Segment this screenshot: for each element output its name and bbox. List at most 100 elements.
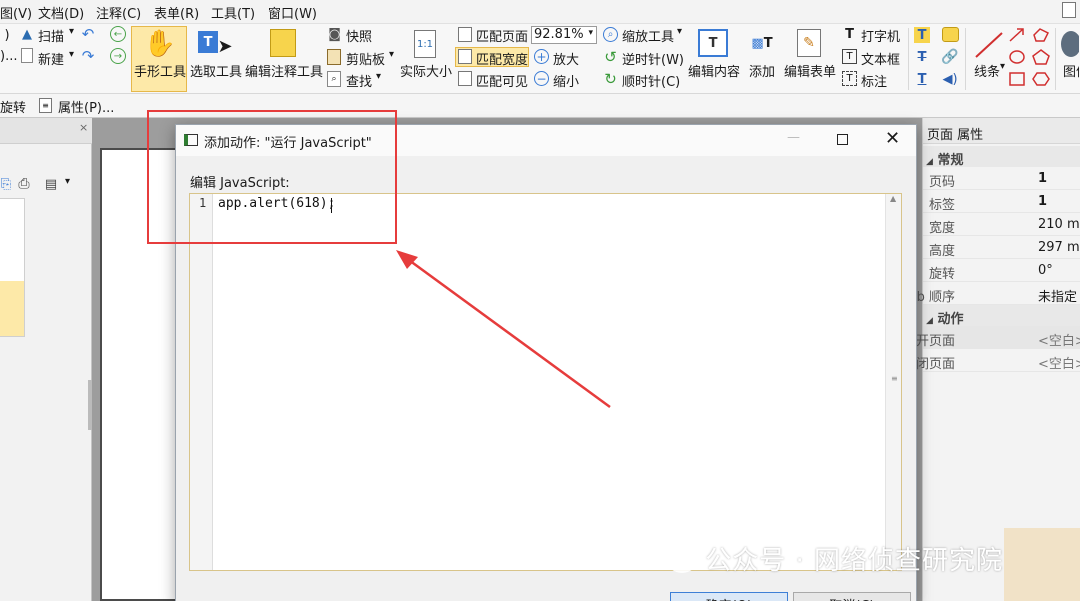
prop-row-rotation: 旋转 0° [923, 259, 1080, 282]
edit-content-button[interactable]: T 编辑内容 [687, 26, 741, 92]
section-general[interactable]: ◢ 常规 [923, 146, 1080, 168]
scan-dropdown-icon[interactable]: ▾ [69, 26, 74, 37]
prop-value: 297 mm [1038, 240, 1080, 255]
fit-width-button[interactable]: 匹配宽度 [476, 49, 528, 68]
prop-key: 宽度 [928, 221, 955, 236]
rotate-button[interactable]: 旋转 [0, 97, 26, 116]
close-panel-icon[interactable]: × [79, 121, 88, 134]
ok-button[interactable]: 确定(O) [670, 592, 788, 601]
hexagon-shape-icon[interactable] [1032, 71, 1050, 87]
add-button[interactable]: ▩ T 添加 [743, 26, 781, 92]
clipboard-button[interactable]: 剪贴板 [346, 49, 385, 68]
prop-value: <空白> [1038, 357, 1080, 372]
callout-button[interactable]: 标注 [861, 71, 887, 90]
highlight-text-icon[interactable]: T [914, 27, 930, 43]
maximize-button[interactable] [837, 134, 848, 145]
left-panel-header: × [0, 118, 92, 144]
zoom-out-button[interactable]: 缩小 [553, 71, 579, 90]
find-button[interactable]: 查找 [346, 71, 372, 90]
image-label: 图像 [1063, 65, 1079, 80]
properties-button[interactable]: 属性(P)... [58, 97, 114, 116]
forward-icon[interactable]: → [110, 48, 126, 64]
panel-more-icon[interactable]: ▾ [65, 176, 70, 187]
section-action-label: ◢ 动作 [926, 312, 964, 327]
fit-visible-icon [458, 71, 472, 86]
edit-annotation-tool-button[interactable]: 编辑注释工具 [244, 26, 323, 92]
fit-page-button[interactable]: 匹配页面 [476, 26, 528, 45]
zoom-in-button[interactable]: 放大 [553, 49, 579, 68]
line-tool-button[interactable]: 线条 ▾ [969, 26, 1007, 92]
editor-scrollbar[interactable]: ▲ ≡ [885, 194, 901, 570]
select-tool-button[interactable]: T ➤ 选取工具 [189, 26, 243, 92]
snapshot-button[interactable]: 快照 [346, 26, 372, 45]
zoom-tool-dropdown-icon[interactable]: ▾ [677, 26, 682, 37]
clipboard-dropdown-icon[interactable]: ▾ [389, 49, 394, 60]
menu-view[interactable]: 图(V) [0, 3, 32, 22]
zoom-dropdown-icon[interactable]: ▾ [588, 28, 593, 38]
zoom-input[interactable]: 92.81% ▾ [531, 26, 597, 44]
ellipse-shape-icon[interactable] [1008, 49, 1026, 65]
new-dropdown-icon[interactable]: ▾ [69, 49, 74, 60]
rectangle-shape-icon[interactable] [1008, 71, 1026, 87]
redo-icon[interactable]: ↷ [80, 47, 96, 65]
find-dropdown-icon[interactable]: ▾ [376, 71, 381, 82]
close-button[interactable]: ✕ [885, 128, 900, 149]
document-icon[interactable] [1062, 2, 1076, 18]
line-dropdown-icon[interactable]: ▾ [1000, 61, 1005, 72]
textbox-button[interactable]: 文本框 [861, 49, 900, 68]
hand-tool-button[interactable]: ✋ 手形工具 [131, 26, 187, 92]
edit-form-button[interactable]: ✎ 编辑表单 [782, 26, 838, 92]
section-general-text: 常规 [937, 153, 964, 168]
fit-visible-button[interactable]: 匹配可见 [476, 71, 528, 90]
scroll-up-icon[interactable]: ▲ [890, 194, 896, 203]
scroll-grip-icon[interactable]: ≡ [891, 374, 898, 383]
scan-button[interactable]: 扫描 [38, 26, 64, 45]
pentagon-shape-icon[interactable] [1032, 49, 1050, 65]
page-thumbnail[interactable] [0, 198, 25, 337]
overflow-label: )... [0, 49, 18, 64]
image-icon [1061, 31, 1079, 57]
menu-window[interactable]: 窗口(W) [268, 3, 317, 22]
undo-icon[interactable]: ↶ [80, 25, 96, 43]
rotate-cw-button[interactable]: 顺时针(C) [622, 71, 680, 90]
prop-value: 0° [1038, 263, 1053, 278]
minimize-button[interactable]: — [787, 130, 800, 145]
rotate-ccw-button[interactable]: 逆时针(W) [622, 49, 684, 68]
menu-document[interactable]: 文档(D) [38, 3, 84, 22]
print-icon[interactable]: ⎙ [14, 176, 34, 192]
comment-icon[interactable] [942, 27, 959, 42]
prop-value: <空白> [1038, 334, 1080, 349]
image-button[interactable]: 图像 [1058, 26, 1080, 92]
properties-panel: 页面 属性 ◢ 常规 页码 1 标签 1 宽度 210 mm 高度 297 mm 旋转 0… [903, 118, 1080, 601]
strikeout-text-icon[interactable]: T [914, 49, 930, 65]
underline-text-icon[interactable]: T [914, 71, 930, 87]
zoom-tool-icon: ⌕ [603, 27, 618, 42]
sound-icon[interactable]: ◀) [942, 71, 958, 87]
menu-comment[interactable]: 注释(C) [96, 3, 141, 22]
partial-icon: ) [4, 27, 10, 43]
section-action[interactable]: ◢ 动作 [923, 305, 1080, 327]
separator [1055, 28, 1056, 90]
cancel-button[interactable]: 取消(C) [793, 592, 911, 601]
prop-row-open-page[interactable]: 打开页面<空白> [903, 326, 1080, 349]
decorative-corner-image [1004, 528, 1080, 601]
callout-icon: T [842, 71, 857, 86]
typewriter-button[interactable]: 打字机 [861, 26, 900, 45]
select-tool-label: 选取工具 [190, 65, 243, 80]
ribbon-toolbar: ) ▲ 扫描 ▾ )... 新建 ▾ ↶ ← ↷ → ✋ 手形工具 T ➤ 选取… [0, 24, 1080, 94]
menu-tools[interactable]: 工具(T) [211, 3, 255, 22]
prop-row-close-page[interactable]: 关闭页面<空白> [903, 349, 1080, 372]
properties-icon: ≡ [39, 98, 52, 113]
back-icon[interactable]: ← [110, 26, 126, 42]
section-general-label: ◢ 常规 [926, 153, 964, 168]
actual-size-button[interactable]: 1:1 实际大小 [397, 26, 452, 92]
actual-size-icon: 1:1 [414, 30, 436, 58]
attachment-icon[interactable]: 🔗 [941, 49, 958, 65]
panel-tool-icon[interactable]: ⎘ [0, 177, 12, 192]
new-button[interactable]: 新建 [38, 49, 64, 68]
page-options-icon[interactable]: ▤ [42, 176, 60, 192]
polygon-shape-icon[interactable] [1032, 27, 1050, 43]
menu-form[interactable]: 表单(R) [154, 3, 199, 22]
arrow-shape-icon[interactable] [1008, 27, 1026, 43]
zoom-tool-button[interactable]: 缩放工具 [622, 26, 674, 45]
